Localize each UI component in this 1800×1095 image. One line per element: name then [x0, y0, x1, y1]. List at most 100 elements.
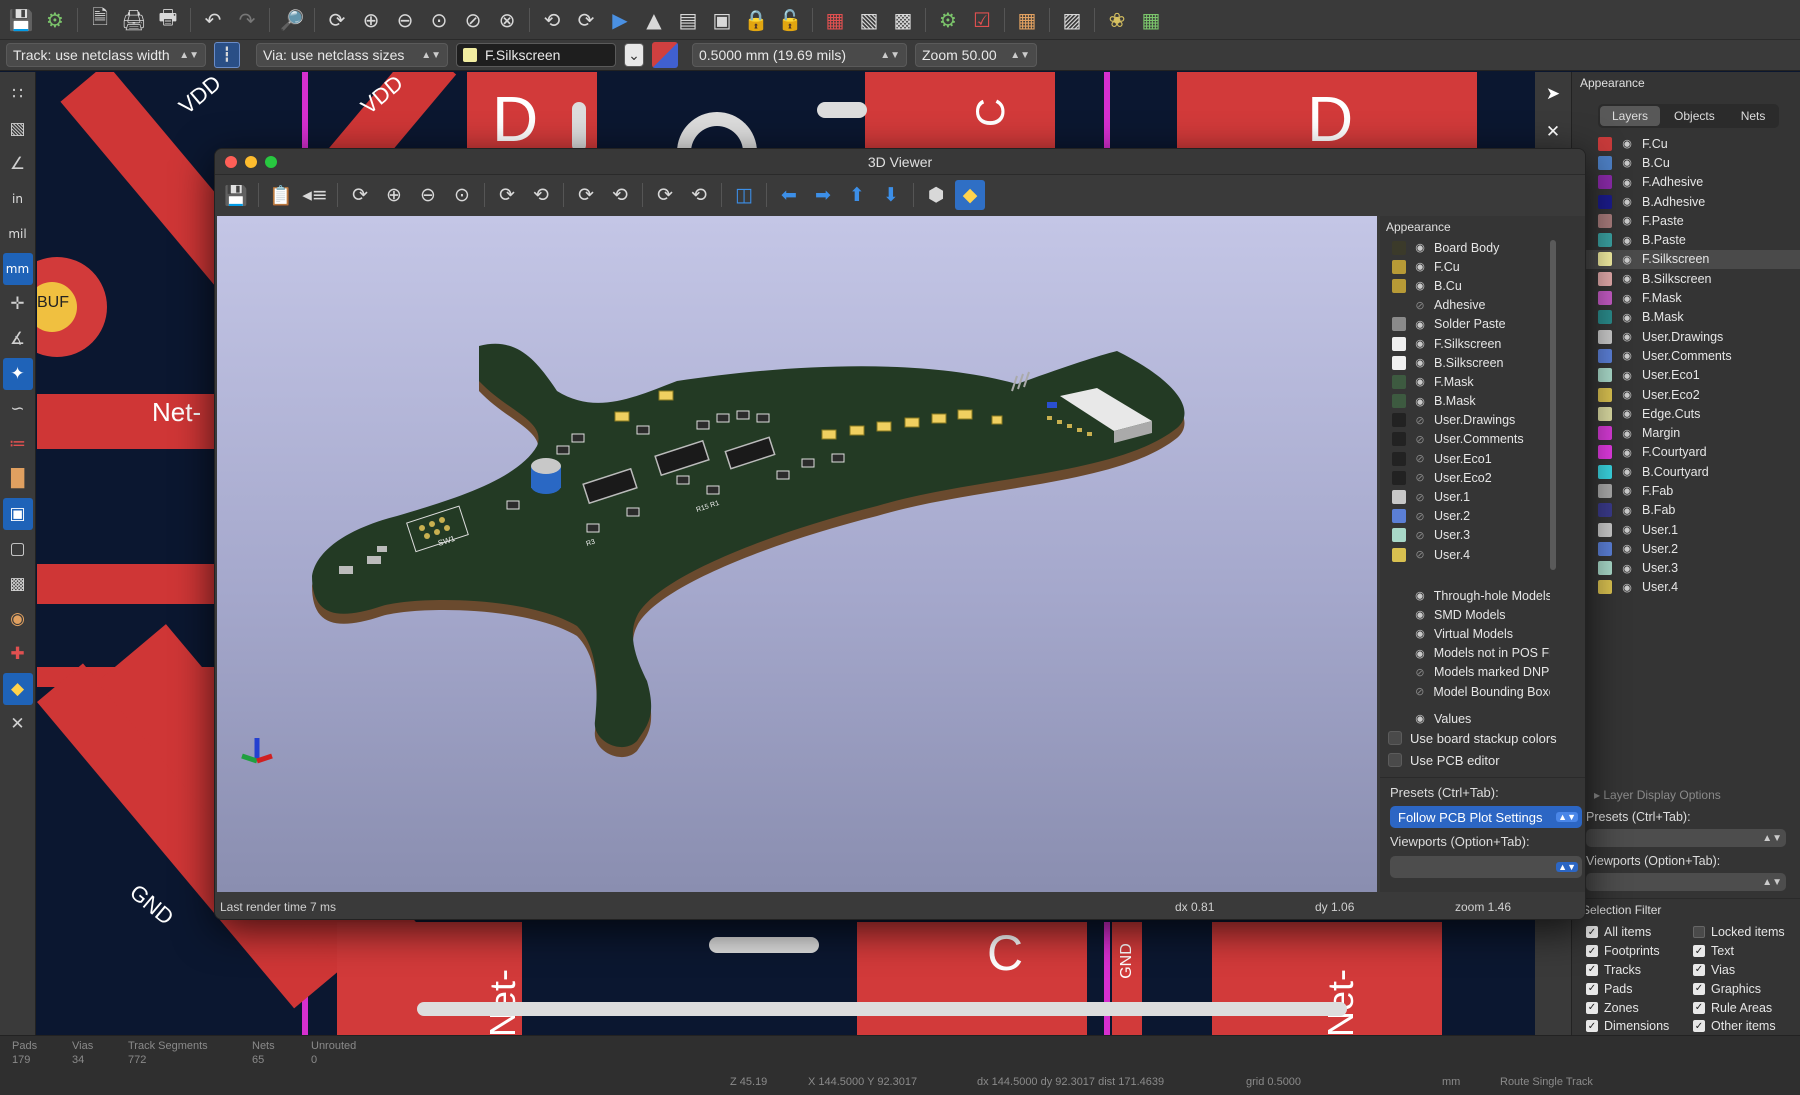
3d-layer-row[interactable]: ◉ Board Body — [1380, 238, 1550, 257]
eye-icon[interactable]: ◉ — [1413, 318, 1427, 331]
3d-layer-row[interactable]: ⊘ User.3 — [1380, 526, 1550, 545]
eye-icon[interactable]: ◉ — [1413, 589, 1427, 602]
layer-color-swatch[interactable] — [1392, 413, 1406, 428]
layer-row[interactable]: ◉ F.Cu — [1572, 134, 1800, 153]
eye-icon[interactable]: ◉ — [1620, 465, 1634, 478]
pan-up-icon[interactable]: ⬆ — [842, 180, 872, 210]
3d-layer-row[interactable]: ⊘ User.Drawings — [1380, 411, 1550, 430]
layer-color-swatch[interactable] — [1598, 387, 1612, 402]
layer-color-swatch[interactable] — [1392, 394, 1406, 409]
layer-color-swatch[interactable] — [1598, 368, 1612, 383]
redo-icon[interactable]: ↷ — [232, 5, 262, 35]
eye-hidden-icon[interactable]: ⊘ — [1413, 433, 1427, 446]
layer-color-swatch[interactable] — [1392, 374, 1406, 389]
filter-checkbox[interactable]: ✓ Tracks — [1586, 961, 1669, 980]
layers-manager-icon[interactable]: ◆ — [955, 180, 985, 210]
layer-color-swatch[interactable] — [1392, 547, 1406, 562]
rotate-x-ccw-icon[interactable]: ⟲ — [526, 180, 556, 210]
pan-left-icon[interactable]: ⬅ — [774, 180, 804, 210]
3d-layer-row[interactable]: ◉ F.Mask — [1380, 372, 1550, 391]
update-pcb-icon[interactable]: ⚙ — [933, 5, 963, 35]
netlist-icon[interactable]: ▦ — [820, 5, 850, 35]
eye-icon[interactable]: ◉ — [1620, 292, 1634, 305]
3d-layer-row[interactable]: ◉ F.Silkscreen — [1380, 334, 1550, 353]
layer-color-swatch[interactable] — [1598, 522, 1612, 537]
eye-icon[interactable]: ◉ — [1620, 176, 1634, 189]
filter-checkbox[interactable]: ✓ Vias — [1693, 961, 1785, 980]
eye-icon[interactable]: ◉ — [1413, 337, 1427, 350]
eye-icon[interactable]: ◉ — [1620, 156, 1634, 169]
reload-icon[interactable]: ⟳ — [345, 180, 375, 210]
lock-icon[interactable]: 🔒 — [741, 5, 771, 35]
layer-row[interactable]: ◉ F.Fab — [1572, 481, 1800, 500]
filter-checkbox[interactable]: ✓ Pads — [1586, 979, 1669, 998]
zoom-out-icon[interactable]: ⊖ — [413, 180, 443, 210]
layer-color-swatch[interactable] — [1392, 259, 1406, 274]
3d-layer-row[interactable]: ◉ Solder Paste — [1380, 315, 1550, 334]
filter-checkbox[interactable]: ✓ Text — [1693, 942, 1785, 961]
angle-constraint-icon[interactable]: ∡ — [3, 323, 33, 355]
layer-color-swatch[interactable] — [1598, 213, 1612, 228]
use-pcb-editor-checkbox[interactable]: Use PCB editor — [1380, 749, 1500, 771]
undo-icon[interactable]: ↶ — [198, 5, 228, 35]
layer-pair-icon[interactable] — [652, 42, 678, 68]
tab-nets[interactable]: Nets — [1729, 106, 1778, 126]
3d-model-row[interactable]: ⊘ Models marked DNP — [1380, 663, 1550, 682]
zoom-objects-icon[interactable]: ⊘ — [458, 5, 488, 35]
layer-color-swatch[interactable] — [1598, 175, 1612, 190]
layer-row[interactable]: ◉ B.Adhesive — [1572, 192, 1800, 211]
3d-layer-row[interactable]: ⊘ User.1 — [1380, 487, 1550, 506]
group-icon[interactable]: ▤ — [673, 5, 703, 35]
filter-checkbox[interactable]: ✓ All items — [1586, 923, 1669, 942]
board-setup-icon[interactable]: ⚙ — [40, 5, 70, 35]
eye-icon[interactable]: ◉ — [1620, 504, 1634, 517]
ungroup-icon[interactable]: ▣ — [707, 5, 737, 35]
filter-checkbox[interactable]: Locked items — [1693, 923, 1785, 942]
layer-color-swatch[interactable] — [1598, 503, 1612, 518]
export-image-icon[interactable]: 💾 — [221, 180, 251, 210]
layer-row[interactable]: ◉ User.1 — [1572, 520, 1800, 539]
layer-dropdown-chevron-icon[interactable]: ⌄ — [624, 43, 644, 67]
rotate-z-ccw-icon[interactable]: ⟲ — [684, 180, 714, 210]
plugin-icon[interactable]: ❀ — [1102, 5, 1132, 35]
layer-color-swatch[interactable] — [1598, 329, 1612, 344]
eye-hidden-icon[interactable]: ⊘ — [1413, 491, 1427, 504]
via-size-select[interactable]: Via: use netclass sizes ▲▼ — [256, 43, 448, 67]
layer-color-swatch[interactable] — [1392, 278, 1406, 293]
layer-color-swatch[interactable] — [1392, 451, 1406, 466]
select-arrow-icon[interactable]: ➤ — [1538, 78, 1568, 110]
rotate-y-cw-icon[interactable]: ⟳ — [571, 180, 601, 210]
eye-icon[interactable]: ◉ — [1413, 356, 1427, 369]
layer-display-options[interactable]: ▸ Layer Display Options — [1594, 788, 1721, 802]
layer-color-swatch[interactable] — [1392, 317, 1406, 332]
layer-row[interactable]: ◉ F.Courtyard — [1572, 443, 1800, 462]
flip-icon[interactable]: ▶ — [605, 5, 635, 35]
eye-icon[interactable]: ◉ — [1413, 647, 1427, 660]
eye-icon[interactable]: ◉ — [1620, 272, 1634, 285]
3d-model-row[interactable]: ◉ Virtual Models — [1380, 624, 1550, 643]
highlight-net-icon[interactable]: ✚ — [3, 638, 33, 670]
copy-to-clipboard-icon[interactable]: 📋 — [266, 180, 296, 210]
layer-color-swatch[interactable] — [1392, 240, 1406, 255]
layer-row[interactable]: ◉ User.Drawings — [1572, 327, 1800, 346]
3d-layer-row[interactable]: ◉ B.Silkscreen — [1380, 353, 1550, 372]
layer-color-swatch[interactable] — [1598, 291, 1612, 306]
3d-render-canvas[interactable]: SW1 R3 R15 R1 — [217, 216, 1377, 892]
zoom-in-icon[interactable]: ⊕ — [379, 180, 409, 210]
layer-row[interactable]: ◉ Edge.Cuts — [1572, 404, 1800, 423]
layer-manager-icon[interactable]: ◆ — [2, 673, 33, 705]
3d-layer-row[interactable]: ⊘ Adhesive — [1380, 296, 1550, 315]
3d-layer-row[interactable]: ◉ F.Cu — [1380, 257, 1550, 276]
eye-icon[interactable]: ◉ — [1413, 627, 1427, 640]
layer-color-swatch[interactable] — [1392, 298, 1406, 312]
zoom-selection-icon[interactable]: ⊗ — [492, 5, 522, 35]
layer-color-swatch[interactable] — [1598, 136, 1612, 151]
flip-board-icon[interactable]: ◫ — [729, 180, 759, 210]
close-window-button[interactable] — [225, 156, 237, 168]
viewports-select[interactable]: ▲▼ — [1586, 873, 1786, 891]
filter-checkbox[interactable]: ✓ Rule Areas — [1693, 998, 1785, 1017]
print-icon[interactable]: 🖨 — [119, 5, 149, 35]
curved-ratsnest-icon[interactable]: ∽ — [3, 393, 33, 425]
grid-overrides-icon[interactable]: ▧ — [3, 113, 33, 145]
values-row[interactable]: ◉ Values — [1380, 709, 1550, 728]
